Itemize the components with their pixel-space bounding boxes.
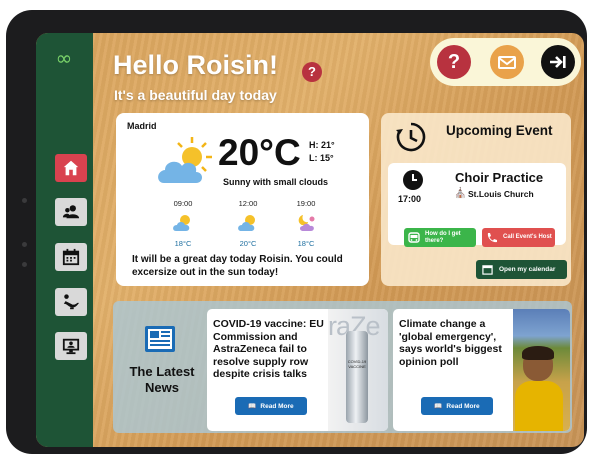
moon-cloud-icon	[298, 215, 315, 231]
event-header: Upcoming Event	[446, 123, 553, 138]
hourly-temp: 20°C	[239, 239, 257, 248]
nav-home-button[interactable]	[55, 154, 87, 182]
child-photo-body	[515, 381, 563, 431]
logout-button[interactable]	[541, 45, 575, 79]
side-button	[22, 198, 27, 203]
sun-cloud-icon	[173, 215, 190, 231]
weather-high-low: H: 21° L: 15°	[309, 139, 335, 165]
top-action-bar: ?	[430, 38, 581, 86]
weather-low: L: 15°	[309, 153, 334, 163]
hourly-temp: 18°C	[297, 239, 315, 248]
read-more-button[interactable]: 📖 Read More	[421, 397, 493, 415]
nav-video-call-button[interactable]	[55, 332, 87, 360]
weather-city: Madrid	[127, 121, 157, 131]
calendar-icon	[62, 248, 80, 266]
news-article: Climate change a 'global emergency', say…	[393, 309, 570, 431]
event-place: St.Louis Church	[468, 189, 534, 199]
app-logo: ∞	[55, 46, 73, 70]
history-clock-icon	[396, 122, 426, 152]
child-photo-hair	[522, 346, 554, 360]
nav-contacts-button[interactable]	[55, 198, 87, 226]
greeting-title: Hello Roisin!	[113, 50, 279, 80]
upcoming-event-card: Upcoming Event 17:00 Choir Practice ⛪ St…	[381, 113, 571, 286]
news-article: COVID-19 vaccine: EU Commission and Astr…	[207, 309, 388, 431]
sun-cloud-icon	[238, 215, 255, 231]
weather-message: It will be a great day today Roisin. You…	[132, 254, 343, 278]
logout-icon	[550, 56, 566, 68]
hourly-time: 19:00	[296, 199, 316, 208]
hourly-temp: 18°C	[174, 239, 192, 248]
weather-temperature: 20°C	[218, 132, 301, 173]
weather-card: Madrid 20°C H: 21° L: 15° Sunny with sma…	[116, 113, 369, 286]
greeting-help-icon[interactable]: ?	[302, 62, 322, 82]
hourly-time: 09:00	[173, 199, 193, 208]
question-icon: ?	[447, 50, 461, 73]
event-name: Choir Practice	[455, 170, 544, 185]
sun-cloud-icon	[158, 137, 212, 183]
phone-icon	[487, 232, 497, 242]
event-details: 17:00 Choir Practice ⛪ St.Louis Church H…	[388, 163, 566, 247]
greeting-subtitle: It's a beautiful day today	[114, 87, 277, 103]
bus-icon	[408, 231, 420, 243]
weather-description: Sunny with small clouds	[223, 177, 329, 187]
newspaper-icon	[145, 326, 175, 352]
vaccine-vial: COVID-19 VACCINE	[346, 331, 368, 423]
vaccine-image: raZe COVID-19 VACCINE	[328, 309, 388, 431]
directions-label: How do I get there?	[425, 230, 461, 244]
book-icon: 📖	[248, 403, 257, 410]
mail-icon	[498, 56, 516, 69]
vaccine-vial-label: COVID-19 VACCINE	[347, 359, 367, 369]
read-more-label: Read More	[260, 402, 294, 410]
directions-button[interactable]: How do I get there?	[404, 228, 476, 247]
weather-high: H: 21°	[309, 140, 335, 150]
article-headline: COVID-19 vaccine: EU Commission and Astr…	[213, 318, 324, 380]
book-icon: 📖	[434, 403, 443, 410]
read-more-button[interactable]: 📖 Read More	[235, 397, 307, 415]
clock-icon	[403, 170, 423, 190]
app-screen: ∞ Hello Roisin! ? It's a beautiful day t…	[36, 33, 584, 447]
computer-call-icon	[62, 338, 80, 355]
nav-genie-button[interactable]	[55, 288, 87, 316]
people-icon	[62, 205, 80, 219]
side-button	[22, 242, 27, 247]
calendar-icon	[482, 265, 493, 275]
read-more-label: Read More	[446, 402, 480, 410]
tablet-frame: ∞ Hello Roisin! ? It's a beautiful day t…	[6, 10, 587, 454]
sidebar: ∞	[36, 33, 93, 447]
nav-calendar-button[interactable]	[55, 243, 87, 271]
hourly-time: 12:00	[238, 199, 258, 208]
news-section: The Latest News COVID-19 vaccine: EU Com…	[113, 301, 572, 433]
side-button	[22, 262, 27, 267]
event-time: 17:00	[398, 194, 422, 204]
open-calendar-label: Open my calendar	[499, 266, 556, 273]
magic-lamp-icon	[63, 294, 80, 310]
open-calendar-button[interactable]: Open my calendar	[476, 260, 567, 279]
mail-button[interactable]	[490, 45, 524, 79]
call-host-button[interactable]: Call Event's Host	[482, 228, 555, 247]
article-headline: Climate change a 'global emergency', say…	[399, 318, 502, 368]
news-title: The Latest News	[129, 364, 195, 395]
child-photo	[513, 309, 570, 431]
home-icon	[63, 160, 79, 176]
help-button[interactable]: ?	[437, 45, 471, 79]
call-host-label: Call Event's Host	[503, 234, 552, 240]
church-icon: ⛪	[454, 188, 467, 199]
